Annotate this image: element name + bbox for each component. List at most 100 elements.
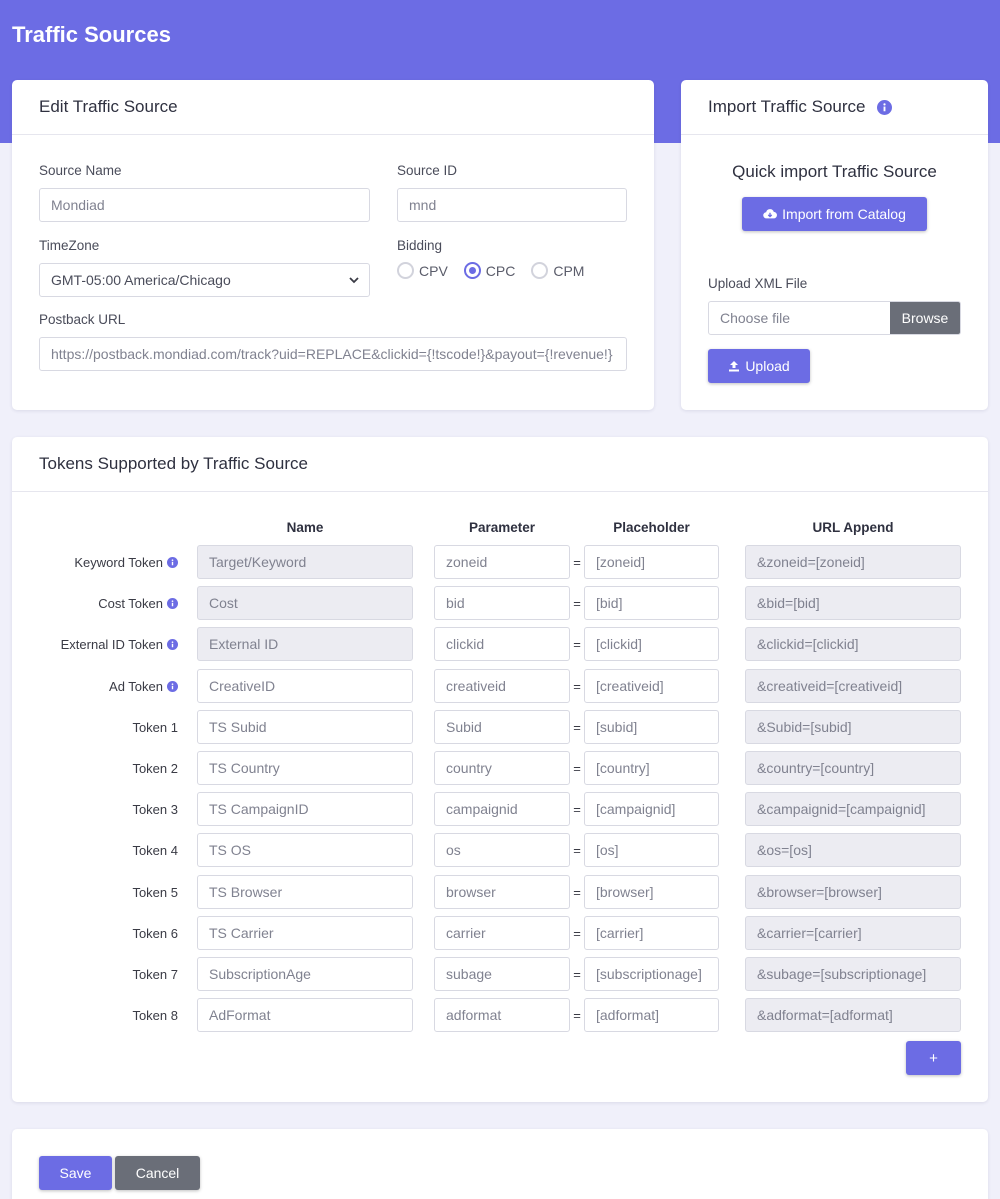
- equals-sign: =: [573, 595, 581, 611]
- token-url-append: &Subid=[subid]: [745, 710, 961, 744]
- upload-button[interactable]: Upload: [708, 349, 810, 383]
- upload-label: Upload: [745, 358, 790, 374]
- token-label-text: Token 8: [132, 1007, 178, 1023]
- cloud-download-icon: [763, 209, 778, 219]
- radio-circle-cpc: [463, 262, 481, 279]
- browse-button[interactable]: Browse: [890, 302, 960, 334]
- token-row-label: External ID Token: [30, 627, 178, 661]
- token-name-input[interactable]: CreativeID: [197, 669, 413, 703]
- token-parameter-input[interactable]: creativeid: [434, 669, 570, 703]
- token-placeholder-input[interactable]: [country]: [584, 751, 719, 785]
- add-token-button[interactable]: +: [906, 1041, 961, 1075]
- token-name-input[interactable]: Target/Keyword: [197, 545, 413, 579]
- token-placeholder-input[interactable]: [zoneid]: [584, 545, 719, 579]
- xml-file-input[interactable]: Choose file Browse: [708, 301, 961, 335]
- token-parameter-input[interactable]: clickid: [434, 627, 570, 661]
- source-name-input[interactable]: Mondiad: [39, 188, 370, 222]
- import-card-title: Import Traffic Source: [708, 97, 866, 116]
- token-placeholder-input[interactable]: [subscriptionage]: [584, 957, 719, 991]
- column-header-url-append: URL Append: [812, 520, 894, 535]
- info-icon[interactable]: [167, 556, 178, 568]
- import-from-catalog-button[interactable]: Import from Catalog: [742, 197, 927, 231]
- token-placeholder-input[interactable]: [campaignid]: [584, 792, 719, 826]
- equals-sign: =: [573, 966, 581, 982]
- token-name-input[interactable]: TS Carrier: [197, 916, 413, 950]
- token-parameter-input[interactable]: bid: [434, 586, 570, 620]
- info-icon[interactable]: [877, 99, 893, 115]
- source-id-input[interactable]: mnd: [397, 188, 627, 222]
- file-name-placeholder: Choose file: [720, 310, 791, 326]
- token-url-append: &country=[country]: [745, 751, 961, 785]
- token-url-append: &creativeid=[creativeid]: [745, 669, 961, 703]
- token-parameter-input[interactable]: Subid: [434, 710, 570, 744]
- token-name-input[interactable]: TS Country: [197, 751, 413, 785]
- token-parameter-input[interactable]: subage: [434, 957, 570, 991]
- bidding-radio-cpv[interactable]: CPV: [397, 262, 448, 279]
- token-name-input[interactable]: TS OS: [197, 833, 413, 867]
- token-name-input[interactable]: Cost: [197, 586, 413, 620]
- token-name-input[interactable]: TS Subid: [197, 710, 413, 744]
- token-name-input[interactable]: External ID: [197, 627, 413, 661]
- column-header-placeholder: Placeholder: [613, 520, 690, 535]
- token-placeholder-input[interactable]: [carrier]: [584, 916, 719, 950]
- token-parameter-input[interactable]: browser: [434, 875, 570, 909]
- bidding-radio-cpm[interactable]: CPM: [531, 262, 584, 279]
- token-url-append: &clickid=[clickid]: [745, 627, 961, 661]
- token-placeholder-input[interactable]: [creativeid]: [584, 669, 719, 703]
- info-icon[interactable]: [167, 597, 178, 609]
- save-button[interactable]: Save: [39, 1156, 112, 1190]
- token-name-input[interactable]: AdFormat: [197, 998, 413, 1032]
- token-row-label: Token 8: [30, 998, 178, 1032]
- equals-sign: =: [573, 842, 581, 858]
- token-placeholder-input[interactable]: [clickid]: [584, 627, 719, 661]
- token-label-text: Token 6: [132, 925, 178, 941]
- upload-xml-label: Upload XML File: [708, 276, 808, 291]
- page-title: Traffic Sources: [12, 22, 171, 47]
- token-label-text: External ID Token: [60, 636, 163, 652]
- upload-icon: [729, 361, 740, 372]
- token-parameter-input[interactable]: carrier: [434, 916, 570, 950]
- token-parameter-input[interactable]: campaignid: [434, 792, 570, 826]
- token-name-input[interactable]: TS Browser: [197, 875, 413, 909]
- postback-url-label: Postback URL: [39, 312, 126, 327]
- bidding-option-label: CPC: [485, 262, 516, 279]
- token-label-text: Keyword Token: [74, 554, 163, 570]
- token-placeholder-input[interactable]: [browser]: [584, 875, 719, 909]
- cancel-button[interactable]: Cancel: [115, 1156, 200, 1190]
- token-placeholder-input[interactable]: [bid]: [584, 586, 719, 620]
- postback-url-input[interactable]: https://postback.mondiad.com/track?uid=R…: [39, 337, 627, 371]
- import-from-catalog-label: Import from Catalog: [782, 206, 906, 222]
- token-row-label: Token 7: [30, 957, 178, 991]
- info-icon[interactable]: [167, 680, 178, 692]
- token-row-label: Cost Token: [30, 586, 178, 620]
- timezone-select[interactable]: GMT-05:00 America/Chicago: [39, 263, 370, 297]
- token-row-label: Token 4: [30, 833, 178, 867]
- token-row-label: Ad Token: [30, 669, 178, 703]
- column-header-name: Name: [286, 520, 324, 535]
- token-row-label: Token 3: [30, 792, 178, 826]
- token-label-text: Token 2: [132, 760, 178, 776]
- equals-sign: =: [573, 719, 581, 735]
- token-parameter-input[interactable]: country: [434, 751, 570, 785]
- token-placeholder-input[interactable]: [os]: [584, 833, 719, 867]
- tokens-card-title: Tokens Supported by Traffic Source: [39, 454, 309, 473]
- token-placeholder-input[interactable]: [subid]: [584, 710, 719, 744]
- bidding-radio-cpc[interactable]: CPC: [463, 262, 516, 279]
- equals-sign: =: [573, 760, 581, 776]
- token-row-label: Token 5: [30, 875, 178, 909]
- token-parameter-input[interactable]: adformat: [434, 998, 570, 1032]
- token-url-append: &zoneid=[zoneid]: [745, 545, 961, 579]
- token-name-input[interactable]: TS CampaignID: [197, 792, 413, 826]
- token-parameter-input[interactable]: os: [434, 833, 570, 867]
- token-url-append: &browser=[browser]: [745, 875, 961, 909]
- bidding-label: Bidding: [397, 238, 443, 253]
- token-url-append: &adformat=[adformat]: [745, 998, 961, 1032]
- token-url-append: &os=[os]: [745, 833, 961, 867]
- info-icon[interactable]: [167, 638, 178, 650]
- token-row-label: Keyword Token: [30, 545, 178, 579]
- equals-sign: =: [573, 884, 581, 900]
- token-placeholder-input[interactable]: [adformat]: [584, 998, 719, 1032]
- equals-sign: =: [573, 636, 581, 652]
- token-name-input[interactable]: SubscriptionAge: [197, 957, 413, 991]
- token-parameter-input[interactable]: zoneid: [434, 545, 570, 579]
